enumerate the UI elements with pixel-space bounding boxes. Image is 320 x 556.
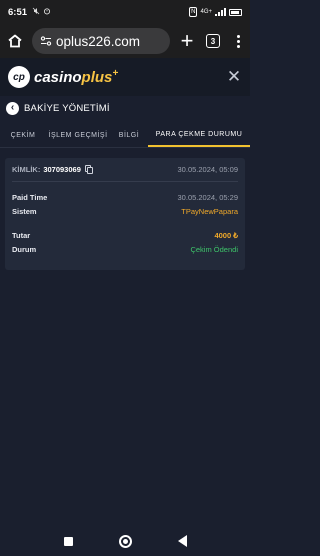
copy-icon[interactable]: [84, 165, 93, 174]
amount-value: 4000 ₺: [214, 230, 238, 240]
logo-badge[interactable]: cp: [8, 66, 30, 88]
kimlik-value: 307093069: [43, 165, 81, 174]
balance-tabs: ÇEKİM İŞLEM GEÇMİŞİ BİLGİ PARA ÇEKME DUR…: [0, 124, 250, 148]
paid-time-row: Paid Time 30.05.2024, 05:29: [12, 190, 238, 204]
tab-cekim[interactable]: ÇEKİM: [0, 124, 46, 147]
system-nav-bar: [0, 526, 250, 556]
site-header: cp casinoplus+ ✕: [0, 58, 250, 96]
new-tab-icon[interactable]: +: [178, 30, 196, 52]
created-date: 30.05.2024, 05:09: [177, 165, 238, 174]
kimlik-label: KİMLİK:: [12, 165, 41, 174]
battery-icon: [229, 8, 242, 16]
nfc-icon: N: [189, 7, 198, 17]
page-title-bar: ‹ BAKİYE YÖNETİMİ: [0, 96, 250, 120]
withdrawal-card: KİMLİK: 307093069 30.05.2024, 05:09 Paid…: [5, 158, 245, 270]
paid-time-value: 30.05.2024, 05:29: [177, 192, 238, 202]
browser-toolbar: oplus226.com + 3: [0, 24, 250, 58]
alarm-icon: [44, 8, 51, 15]
network-type: 4G+: [200, 9, 212, 15]
page-title: BAKİYE YÖNETİMİ: [24, 102, 110, 114]
system-icons: N 4G+: [189, 7, 242, 17]
clock: 6:51: [8, 6, 28, 18]
system-value: TPayNewPapara: [181, 206, 238, 216]
amount-label: Tutar: [12, 230, 31, 240]
logo-sup: +: [112, 68, 119, 79]
amount-row: Tutar 4000 ₺: [12, 228, 238, 242]
site-settings-icon[interactable]: [38, 33, 54, 49]
tab-islem-gecmisi[interactable]: İŞLEM GEÇMİŞİ: [46, 124, 110, 147]
system-label: Sistem: [12, 206, 37, 216]
status-label: Durum: [12, 244, 37, 254]
logo-word-casino: casino: [34, 69, 82, 86]
back-button[interactable]: ‹: [6, 101, 19, 115]
mute-icon: [32, 7, 40, 15]
tab-switcher-button[interactable]: 3: [206, 34, 220, 48]
signal-icon: [215, 8, 226, 16]
logo-word-plus: plus: [81, 69, 113, 86]
home-icon[interactable]: [6, 32, 24, 50]
recents-icon[interactable]: [63, 536, 73, 546]
logo-wordmark[interactable]: casinoplus+: [34, 68, 118, 86]
system-row: Sistem TPayNewPapara: [12, 204, 238, 218]
notification-icons: [32, 7, 51, 17]
row-spacer: [12, 218, 238, 228]
card-header-row: KİMLİK: 307093069 30.05.2024, 05:09: [12, 158, 238, 182]
back-nav-icon[interactable]: [177, 535, 187, 547]
close-icon[interactable]: ✕: [226, 67, 242, 87]
address-bar[interactable]: oplus226.com: [32, 28, 170, 54]
tab-para-cekme-durumu[interactable]: PARA ÇEKME DURUMU: [148, 124, 250, 147]
status-bar: 6:51 N 4G+: [0, 0, 250, 24]
chevron-left-icon: ‹: [10, 102, 15, 113]
status-value: Çekim Ödendi: [190, 244, 238, 254]
home-nav-icon[interactable]: [118, 534, 132, 548]
overflow-menu-icon[interactable]: [236, 34, 240, 48]
status-row: Durum Çekim Ödendi: [12, 242, 238, 256]
paid-time-label: Paid Time: [12, 192, 48, 202]
url-text[interactable]: oplus226.com: [56, 34, 140, 49]
tab-bilgi[interactable]: BİLGİ: [110, 124, 148, 147]
